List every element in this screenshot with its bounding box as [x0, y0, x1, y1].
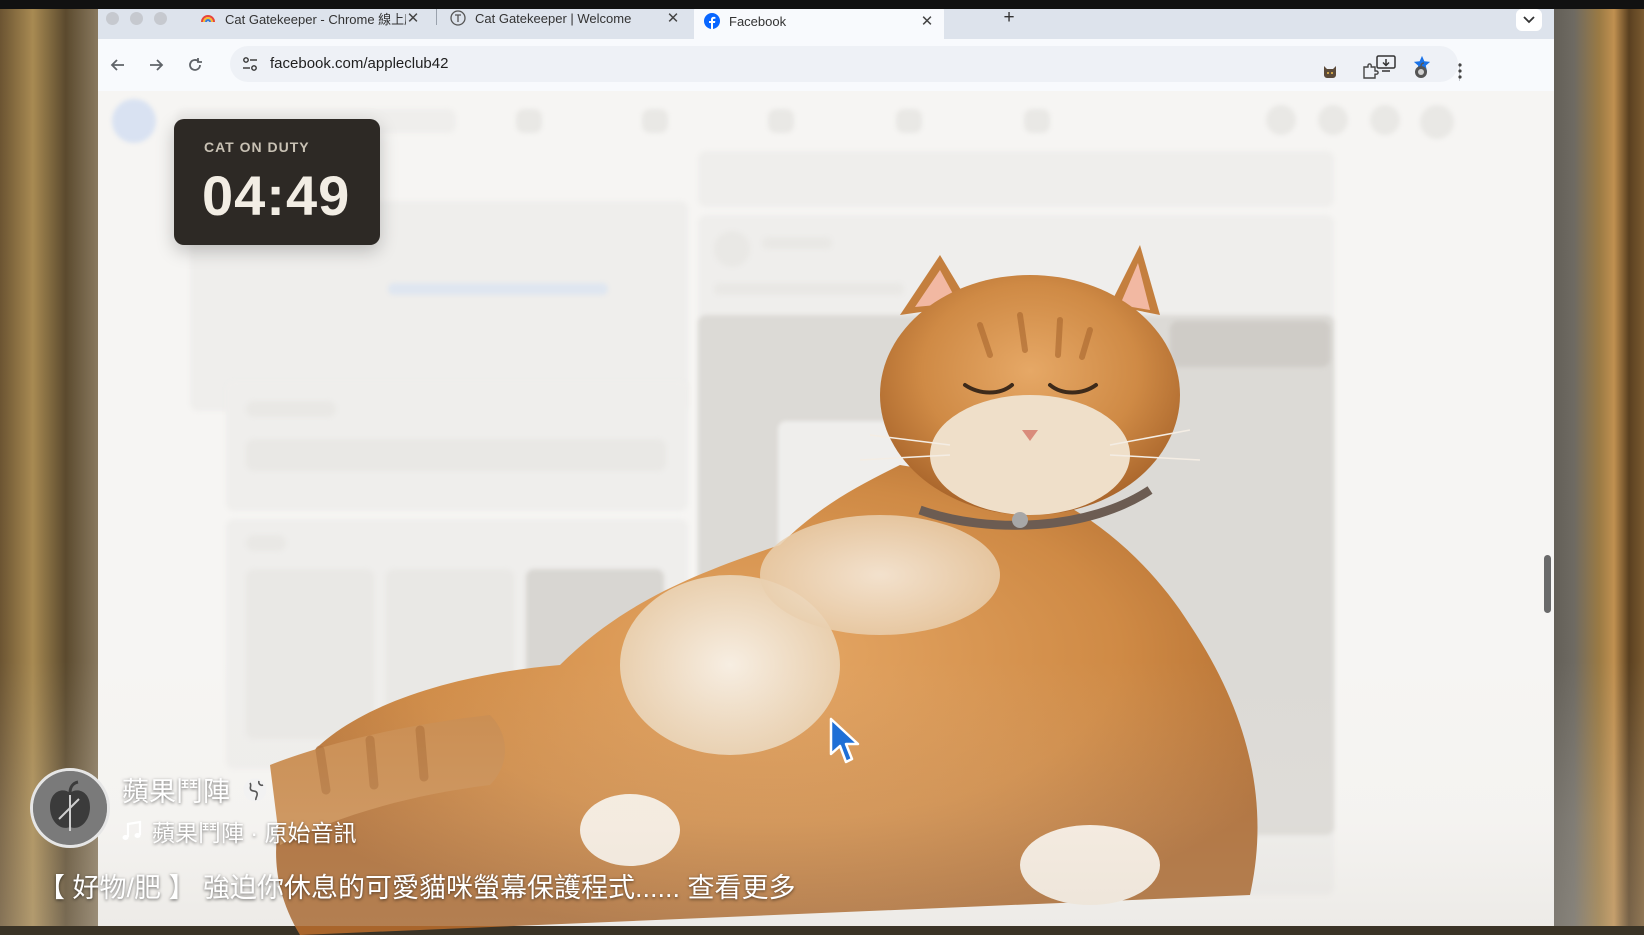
music-note-icon: [122, 820, 142, 840]
extensions-puzzle-icon[interactable]: [1360, 61, 1380, 81]
tabs-row-placeholder: [698, 151, 1334, 207]
header-action-placeholder: [1370, 105, 1400, 135]
tab-close-icon[interactable]: ✕: [406, 9, 420, 27]
url-text[interactable]: facebook.com/appleclub42: [270, 55, 448, 72]
mouse-pointer-icon: [829, 717, 860, 764]
cat-screensaver-image: [270, 245, 1258, 935]
tab-search-button[interactable]: [1516, 9, 1542, 31]
back-button[interactable]: [107, 54, 129, 76]
facebook-icon: [704, 13, 720, 29]
screen-top-bezel: [0, 0, 1644, 9]
tab-label: Cat Gatekeeper - Chrome 線上應用程式商店: [225, 11, 406, 27]
reload-button[interactable]: [184, 54, 206, 76]
nav-icon-placeholder: [642, 109, 668, 133]
header-avatar-placeholder: [1420, 105, 1454, 139]
minimize-window-button[interactable]: [130, 12, 143, 25]
tab-facebook[interactable]: Facebook ✕: [694, 9, 944, 39]
reload-icon: [189, 58, 202, 71]
nav-icon-placeholder: [896, 109, 922, 133]
tab-label: Cat Gatekeeper | Welcome: [475, 10, 632, 26]
globe-icon: [243, 778, 267, 801]
arrow-left-icon: [110, 59, 124, 71]
forward-button[interactable]: [145, 54, 167, 76]
channel-avatar[interactable]: [30, 768, 110, 848]
cat-gatekeeper-extension-icon[interactable]: [1320, 61, 1340, 81]
more-menu-icon[interactable]: [1450, 61, 1470, 81]
header-action-placeholder: [1318, 105, 1348, 135]
address-bar[interactable]: facebook.com/appleclub42: [230, 46, 1458, 82]
facebook-logo-placeholder: [112, 99, 156, 143]
cat-on-duty-timer: CAT ON DUTY 04:49: [174, 119, 380, 245]
profile-avatar-icon[interactable]: [1411, 61, 1431, 81]
tab-close-icon[interactable]: ✕: [666, 9, 680, 27]
timer-countdown: 04:49: [202, 164, 351, 227]
browser-toolbar: facebook.com/appleclub42: [98, 39, 1554, 91]
cat-gatekeeper-icon: [450, 10, 466, 26]
channel-name[interactable]: 蘋果鬥陣: [122, 770, 230, 809]
chrome-webstore-icon: [200, 10, 216, 26]
nav-icon-placeholder: [768, 109, 794, 133]
tab-separator: [436, 9, 437, 25]
timer-label: CAT ON DUTY: [204, 139, 310, 155]
tab-label: Facebook: [729, 13, 787, 29]
site-settings-icon[interactable]: [240, 54, 260, 74]
new-tab-button[interactable]: +: [998, 9, 1020, 33]
nav-icon-placeholder: [516, 109, 542, 133]
close-window-button[interactable]: [106, 12, 119, 25]
channel-name-row[interactable]: 蘋果鬥陣: [122, 770, 268, 809]
page-scrollbar-thumb[interactable]: [1544, 555, 1551, 613]
video-caption[interactable]: 【 好物/肥 】 強迫你休息的可愛貓咪螢幕保護程式...... 查看更多: [38, 866, 796, 905]
audio-track-label[interactable]: 蘋果鬥陣 · 原始音訊: [152, 814, 356, 848]
header-action-placeholder: [1266, 105, 1296, 135]
tab-close-icon[interactable]: ✕: [920, 12, 934, 30]
tab-chrome-webstore[interactable]: Cat Gatekeeper - Chrome 線上應用程式商店 ✕: [190, 9, 430, 33]
picture-frame-right-edge: [1544, 0, 1644, 926]
tab-strip: Cat Gatekeeper - Chrome 線上應用程式商店 ✕ Cat G…: [98, 9, 1554, 39]
zoom-window-button[interactable]: [154, 12, 167, 25]
chevron-down-icon: [1523, 13, 1535, 27]
nav-icon-placeholder: [1024, 109, 1050, 133]
arrow-right-icon: [150, 59, 164, 71]
audio-track-row[interactable]: 蘋果鬥陣 · 原始音訊: [120, 814, 356, 848]
tab-cat-gatekeeper-welcome[interactable]: Cat Gatekeeper | Welcome ✕: [440, 9, 690, 33]
